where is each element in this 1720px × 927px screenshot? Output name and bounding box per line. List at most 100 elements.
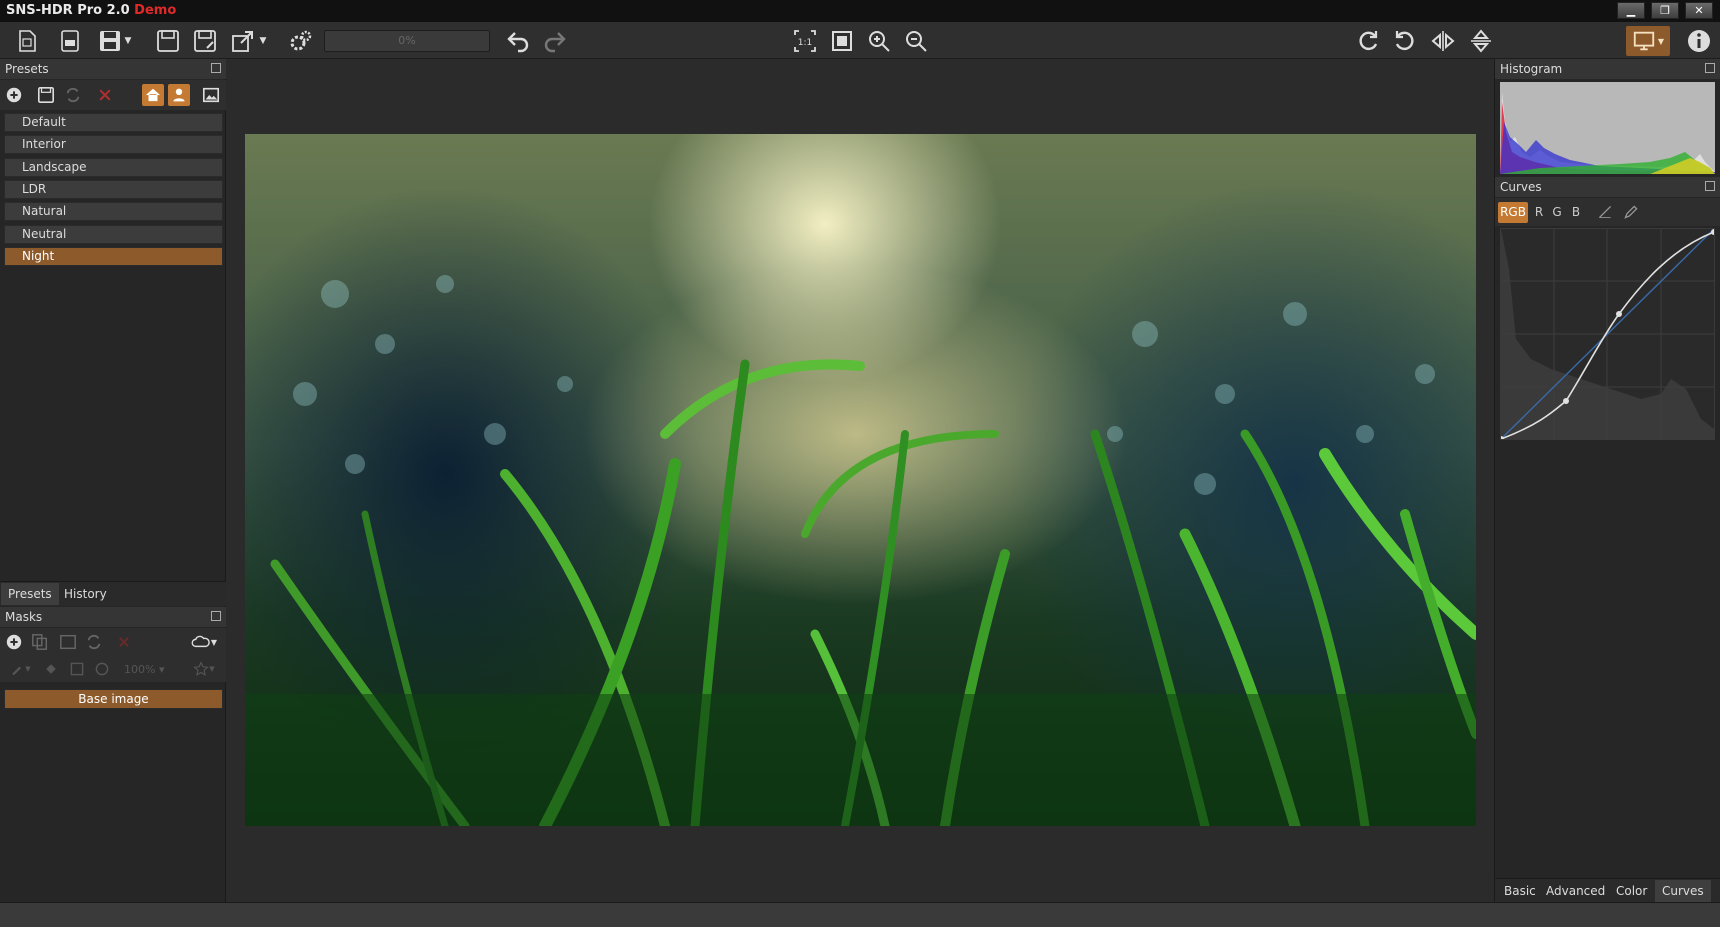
float-panel-icon[interactable] xyxy=(1705,63,1715,73)
zoom-in-icon xyxy=(869,31,890,52)
fill-button[interactable] xyxy=(40,658,62,680)
image-icon xyxy=(202,87,220,103)
float-panel-icon[interactable] xyxy=(211,611,221,621)
open-sns-button[interactable] xyxy=(55,26,85,56)
status-bar xyxy=(0,902,1720,927)
curves-channel-r[interactable]: R xyxy=(1531,202,1547,223)
preset-label: LDR xyxy=(22,182,47,196)
preset-item-default[interactable]: Default xyxy=(4,113,223,132)
restore-button[interactable]: ❐ xyxy=(1651,2,1679,19)
tab-curves[interactable]: Curves xyxy=(1655,880,1711,902)
preset-item-natural[interactable]: Natural xyxy=(4,202,223,221)
brush-dropdown[interactable]: ▼ xyxy=(5,658,35,680)
close-button[interactable]: ✕ xyxy=(1685,2,1713,19)
export-dropdown-button[interactable]: ▼ xyxy=(256,26,270,56)
save-preset-button[interactable] xyxy=(35,84,57,106)
flip-vertical-button[interactable] xyxy=(1466,26,1496,56)
masks-panel-title: Masks xyxy=(5,610,43,624)
user-icon xyxy=(173,88,185,102)
masks-toolbar: ▼ ▼ 100% ▾ ▼ xyxy=(0,628,226,682)
user-presets-toggle[interactable] xyxy=(168,84,190,106)
rotate-ccw-button[interactable] xyxy=(1390,26,1420,56)
display-mode-button[interactable]: ▼ xyxy=(1626,26,1670,56)
info-button[interactable] xyxy=(1684,26,1714,56)
curve-draw-mode-button[interactable] xyxy=(1620,201,1642,223)
star-dropdown[interactable]: ▼ xyxy=(188,658,220,680)
delete-preset-button[interactable] xyxy=(94,84,116,106)
app-name: SNS-HDR Pro 2.0 xyxy=(6,3,130,18)
rotate-cw-icon xyxy=(1359,31,1378,51)
save-dropdown-button[interactable]: ▼ xyxy=(121,26,135,56)
open-sns-icon xyxy=(61,30,79,52)
pencil-icon xyxy=(1624,205,1638,219)
tab-basic[interactable]: Basic xyxy=(1497,880,1543,902)
delete-icon xyxy=(99,89,111,101)
image-icon xyxy=(60,634,76,650)
preset-thumbnails-toggle[interactable] xyxy=(200,84,222,106)
presets-panel-title: Presets xyxy=(5,62,49,76)
tab-advanced[interactable]: Advanced xyxy=(1539,880,1612,902)
tab-color[interactable]: Color xyxy=(1609,880,1654,902)
duplicate-mask-button[interactable] xyxy=(29,631,51,653)
add-preset-button[interactable] xyxy=(3,84,25,106)
flip-horizontal-button[interactable] xyxy=(1428,26,1458,56)
title-bar: SNS-HDR Pro 2.0 Demo ▁ ❐ ✕ xyxy=(0,0,1720,22)
cloud-icon xyxy=(191,635,210,648)
tab-history[interactable]: History xyxy=(57,583,114,605)
mask-shape-dropdown[interactable]: ▼ xyxy=(188,631,220,653)
mask-image-button[interactable] xyxy=(57,631,79,653)
rectangle-icon xyxy=(70,662,84,676)
tab-label: Curves xyxy=(1662,884,1704,898)
rectangle-tool-button[interactable] xyxy=(66,658,88,680)
settings-button[interactable] xyxy=(286,26,316,56)
base-image-layer[interactable]: Base image xyxy=(4,689,223,709)
left-tabs: Presets History xyxy=(0,581,226,606)
chevron-down-icon: ▼ xyxy=(209,665,215,673)
main-toolbar: ▼ ▼ 0% 1:1 ▼ xyxy=(0,22,1720,59)
undo-icon xyxy=(507,32,529,53)
refresh-mask-button[interactable] xyxy=(83,631,105,653)
preset-item-landscape[interactable]: Landscape xyxy=(4,158,223,177)
save-button[interactable] xyxy=(153,26,183,56)
rotate-cw-button[interactable] xyxy=(1353,26,1383,56)
curves-channel-g[interactable]: G xyxy=(1549,202,1565,223)
bucket-icon xyxy=(46,664,56,674)
curves-channel-b[interactable]: B xyxy=(1568,202,1584,223)
redo-button[interactable] xyxy=(540,26,570,56)
tab-presets[interactable]: Presets xyxy=(1,583,59,605)
undo-button[interactable] xyxy=(503,26,533,56)
refresh-preset-button[interactable] xyxy=(62,84,84,106)
base-image-label: Base image xyxy=(78,692,149,706)
minimize-button[interactable]: ▁ xyxy=(1617,2,1645,19)
save-as-button[interactable] xyxy=(190,26,220,56)
histogram-graph xyxy=(1500,92,1715,174)
zoom-out-button[interactable] xyxy=(901,26,931,56)
preset-label: Landscape xyxy=(22,160,87,174)
ellipse-icon xyxy=(95,662,109,676)
mask-opacity-dropdown[interactable]: 100% ▾ xyxy=(124,663,164,676)
right-tabs: Basic Advanced Color Curves xyxy=(1495,878,1720,902)
delete-mask-button[interactable] xyxy=(113,631,135,653)
builtin-presets-toggle[interactable] xyxy=(142,84,164,106)
float-panel-icon[interactable] xyxy=(1705,181,1715,191)
preset-item-neutral[interactable]: Neutral xyxy=(4,225,223,244)
new-file-button[interactable] xyxy=(12,26,42,56)
preset-item-interior[interactable]: Interior xyxy=(4,135,223,154)
masks-panel-header: Masks xyxy=(0,607,226,627)
info-icon xyxy=(1688,30,1710,52)
float-panel-icon[interactable] xyxy=(211,63,221,73)
zoom-in-button[interactable] xyxy=(864,26,894,56)
curves-editor[interactable] xyxy=(1498,228,1717,442)
ellipse-tool-button[interactable] xyxy=(91,658,113,680)
curve-point-mode-button[interactable] xyxy=(1594,201,1616,223)
export-icon xyxy=(232,31,253,52)
preset-label: Interior xyxy=(22,137,66,151)
preset-item-ldr[interactable]: LDR xyxy=(4,180,223,199)
preset-item-night[interactable]: Night xyxy=(4,247,223,266)
curves-channel-rgb[interactable]: RGB xyxy=(1498,202,1528,223)
demo-label: Demo xyxy=(134,3,177,18)
add-mask-button[interactable] xyxy=(3,631,25,653)
export-button[interactable] xyxy=(228,26,258,56)
fit-to-window-button[interactable] xyxy=(827,26,857,56)
zoom-1-1-button[interactable]: 1:1 xyxy=(790,26,820,56)
